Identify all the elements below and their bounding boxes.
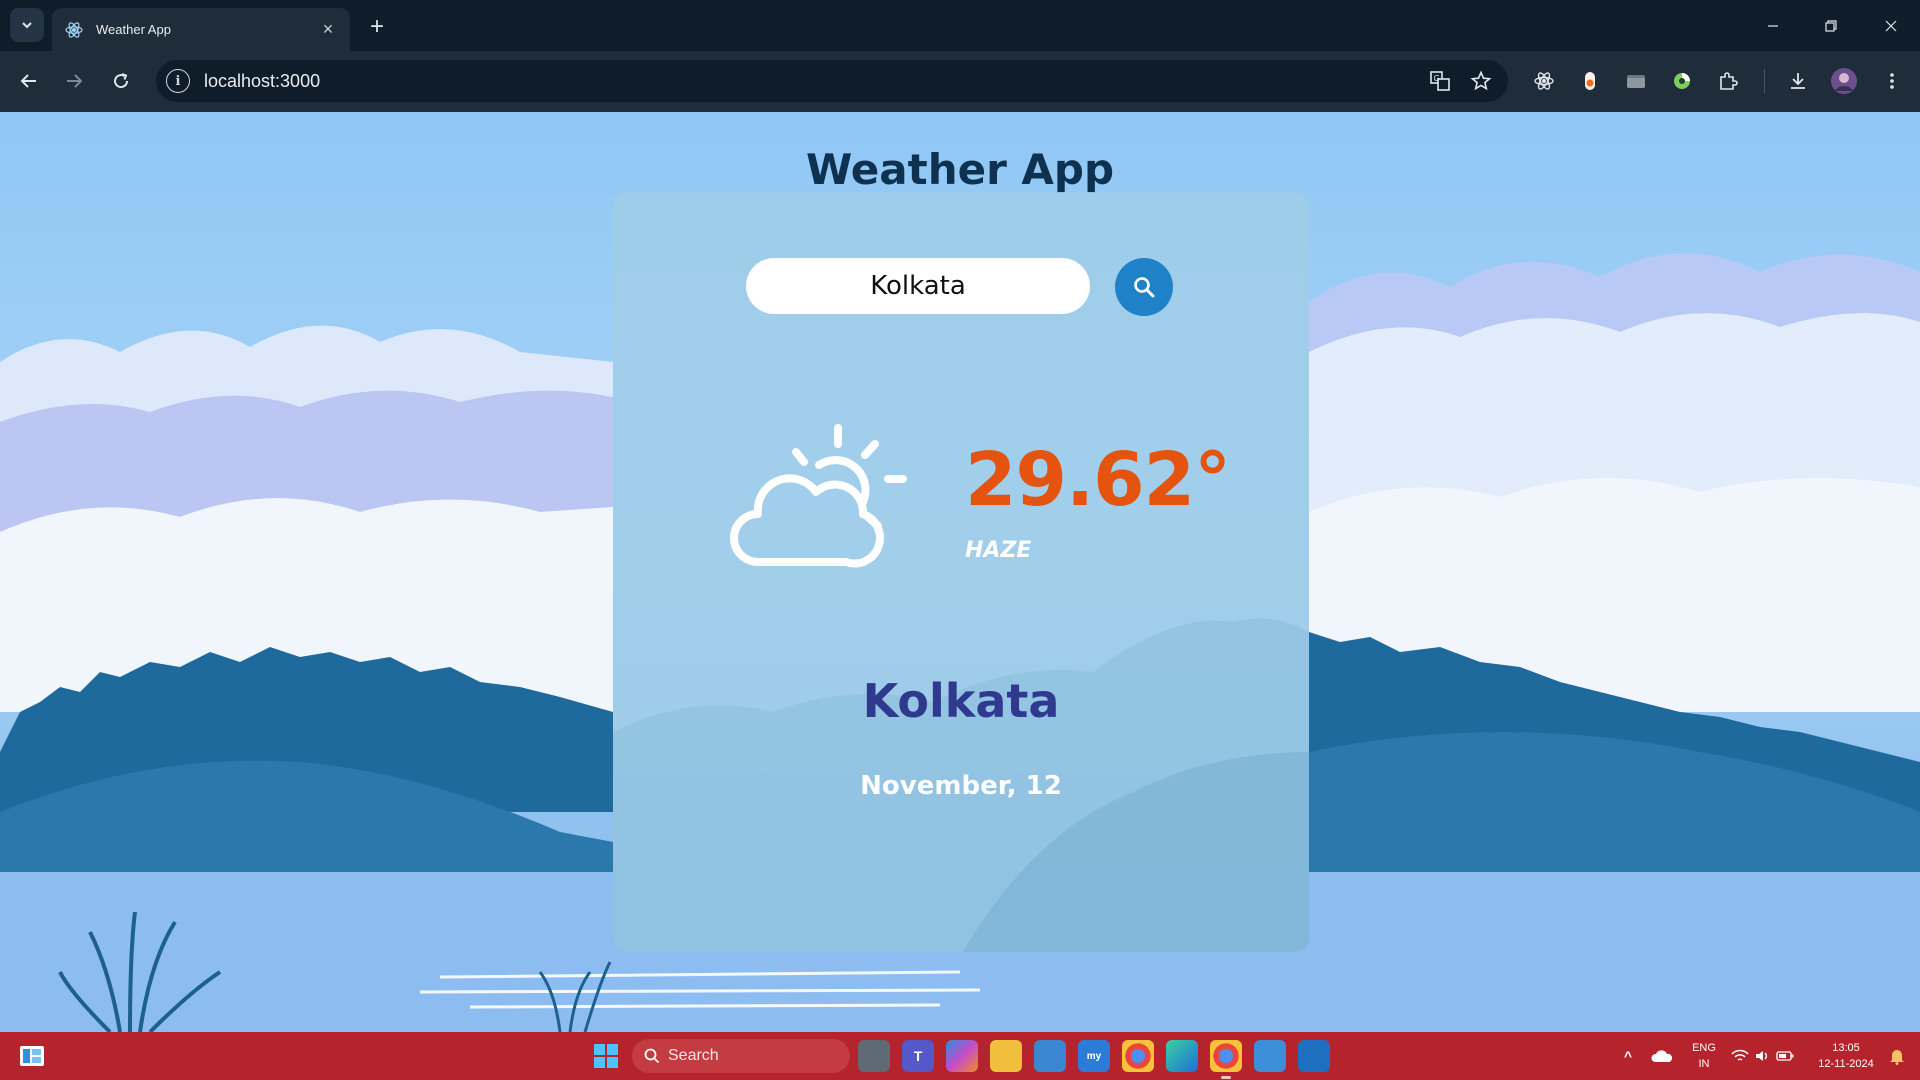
address-url: localhost:3000 — [204, 71, 321, 91]
city-name: Kolkata — [862, 674, 1060, 728]
restore-icon — [1825, 19, 1837, 32]
edge-icon[interactable] — [1166, 1040, 1198, 1072]
reload-button[interactable] — [104, 64, 138, 98]
tab-close-icon[interactable]: × — [318, 19, 338, 40]
extensions-puzzle-icon[interactable] — [1712, 65, 1744, 97]
taskbar-search-label: Search — [668, 1047, 719, 1064]
bookmark-star-icon[interactable] — [1469, 69, 1493, 93]
tab-search-button[interactable] — [10, 8, 44, 42]
search-icon — [644, 1048, 660, 1064]
extension-folder-icon[interactable] — [1620, 65, 1652, 97]
close-icon — [1885, 20, 1897, 31]
page-viewport: Weather App 29.62° HAZE Kolkata November… — [0, 112, 1920, 1032]
search-button[interactable] — [1115, 258, 1173, 316]
copilot-icon[interactable] — [946, 1040, 978, 1072]
restore-button[interactable] — [1802, 0, 1860, 51]
translate-icon[interactable]: G — [1428, 69, 1452, 93]
weather-condition: HAZE — [965, 538, 1032, 563]
browser-menu-icon[interactable] — [1876, 65, 1908, 97]
profile-avatar[interactable] — [1828, 65, 1860, 97]
clock[interactable]: 13:05 12-11-2024 — [1806, 1040, 1886, 1072]
arrow-left-icon — [20, 74, 36, 88]
widgets-icon[interactable] — [16, 1040, 48, 1072]
file-explorer-icon[interactable] — [990, 1040, 1022, 1072]
teams-icon[interactable]: T — [902, 1040, 934, 1072]
address-bar[interactable]: i localhost:3000 G — [156, 60, 1508, 102]
tab-title: Weather App — [96, 22, 171, 37]
reload-icon — [114, 73, 129, 89]
clock-time: 13:05 — [1832, 1042, 1860, 1054]
minimize-icon — [1768, 24, 1778, 27]
browser-toolbar: i localhost:3000 G — [0, 51, 1920, 112]
region-code: IN — [1698, 1058, 1710, 1070]
close-window-button[interactable] — [1862, 0, 1920, 51]
temperature-value: 29.62° — [965, 437, 1231, 523]
back-button[interactable] — [12, 64, 46, 98]
volume-icon[interactable] — [1752, 1040, 1772, 1072]
minimize-button[interactable] — [1744, 0, 1802, 51]
show-hidden-icons-icon[interactable]: ^ — [1618, 1040, 1638, 1072]
taskbar-search[interactable]: Search — [632, 1039, 850, 1073]
browser-tab[interactable]: Weather App × — [52, 8, 350, 51]
svg-text:G: G — [1434, 74, 1440, 83]
weather-card: 29.62° HAZE Kolkata November, 12 — [613, 192, 1309, 952]
download-icon[interactable] — [1782, 65, 1814, 97]
wifi-icon[interactable] — [1730, 1040, 1750, 1072]
notification-bell-icon[interactable] — [1886, 1040, 1908, 1072]
chrome-icon[interactable] — [1122, 1040, 1154, 1072]
language-indicator[interactable]: ENG IN — [1686, 1040, 1722, 1072]
start-windows-icon[interactable] — [590, 1040, 622, 1072]
mytv-app-icon[interactable]: my — [1078, 1040, 1110, 1072]
partly-cloudy-icon — [730, 424, 907, 568]
store-icon[interactable] — [1034, 1040, 1066, 1072]
react-devtools-icon[interactable] — [1528, 65, 1560, 97]
task-view-icon[interactable] — [858, 1040, 890, 1072]
forecast-date: November, 12 — [860, 771, 1062, 801]
language-code: ENG — [1692, 1042, 1716, 1054]
toolbar-divider — [1764, 69, 1765, 93]
windows-taskbar: Search T my ^ ENG IN 13:05 12-11-2024 — [0, 1032, 1920, 1080]
onedrive-icon[interactable] — [1650, 1040, 1674, 1072]
notepad-icon[interactable] — [1254, 1040, 1286, 1072]
city-search-input[interactable] — [746, 258, 1090, 314]
chrome-profile-icon[interactable] — [1210, 1040, 1242, 1072]
clock-date: 12-11-2024 — [1818, 1058, 1874, 1070]
arrow-right-icon — [67, 74, 83, 88]
chevron-down-icon — [22, 22, 32, 29]
extension-color-icon[interactable] — [1666, 65, 1698, 97]
react-logo-icon — [65, 21, 83, 38]
vscode-icon[interactable] — [1298, 1040, 1330, 1072]
site-info-icon[interactable]: i — [166, 69, 190, 93]
new-tab-button[interactable]: + — [362, 12, 392, 42]
battery-icon[interactable] — [1774, 1040, 1796, 1072]
extension-orange-icon[interactable] — [1574, 65, 1606, 97]
app-title: Weather App — [805, 145, 1115, 194]
forward-button[interactable] — [57, 64, 91, 98]
search-icon — [1134, 277, 1155, 298]
browser-tab-bar: Weather App × + — [0, 0, 1920, 51]
active-app-indicator — [1221, 1076, 1231, 1079]
